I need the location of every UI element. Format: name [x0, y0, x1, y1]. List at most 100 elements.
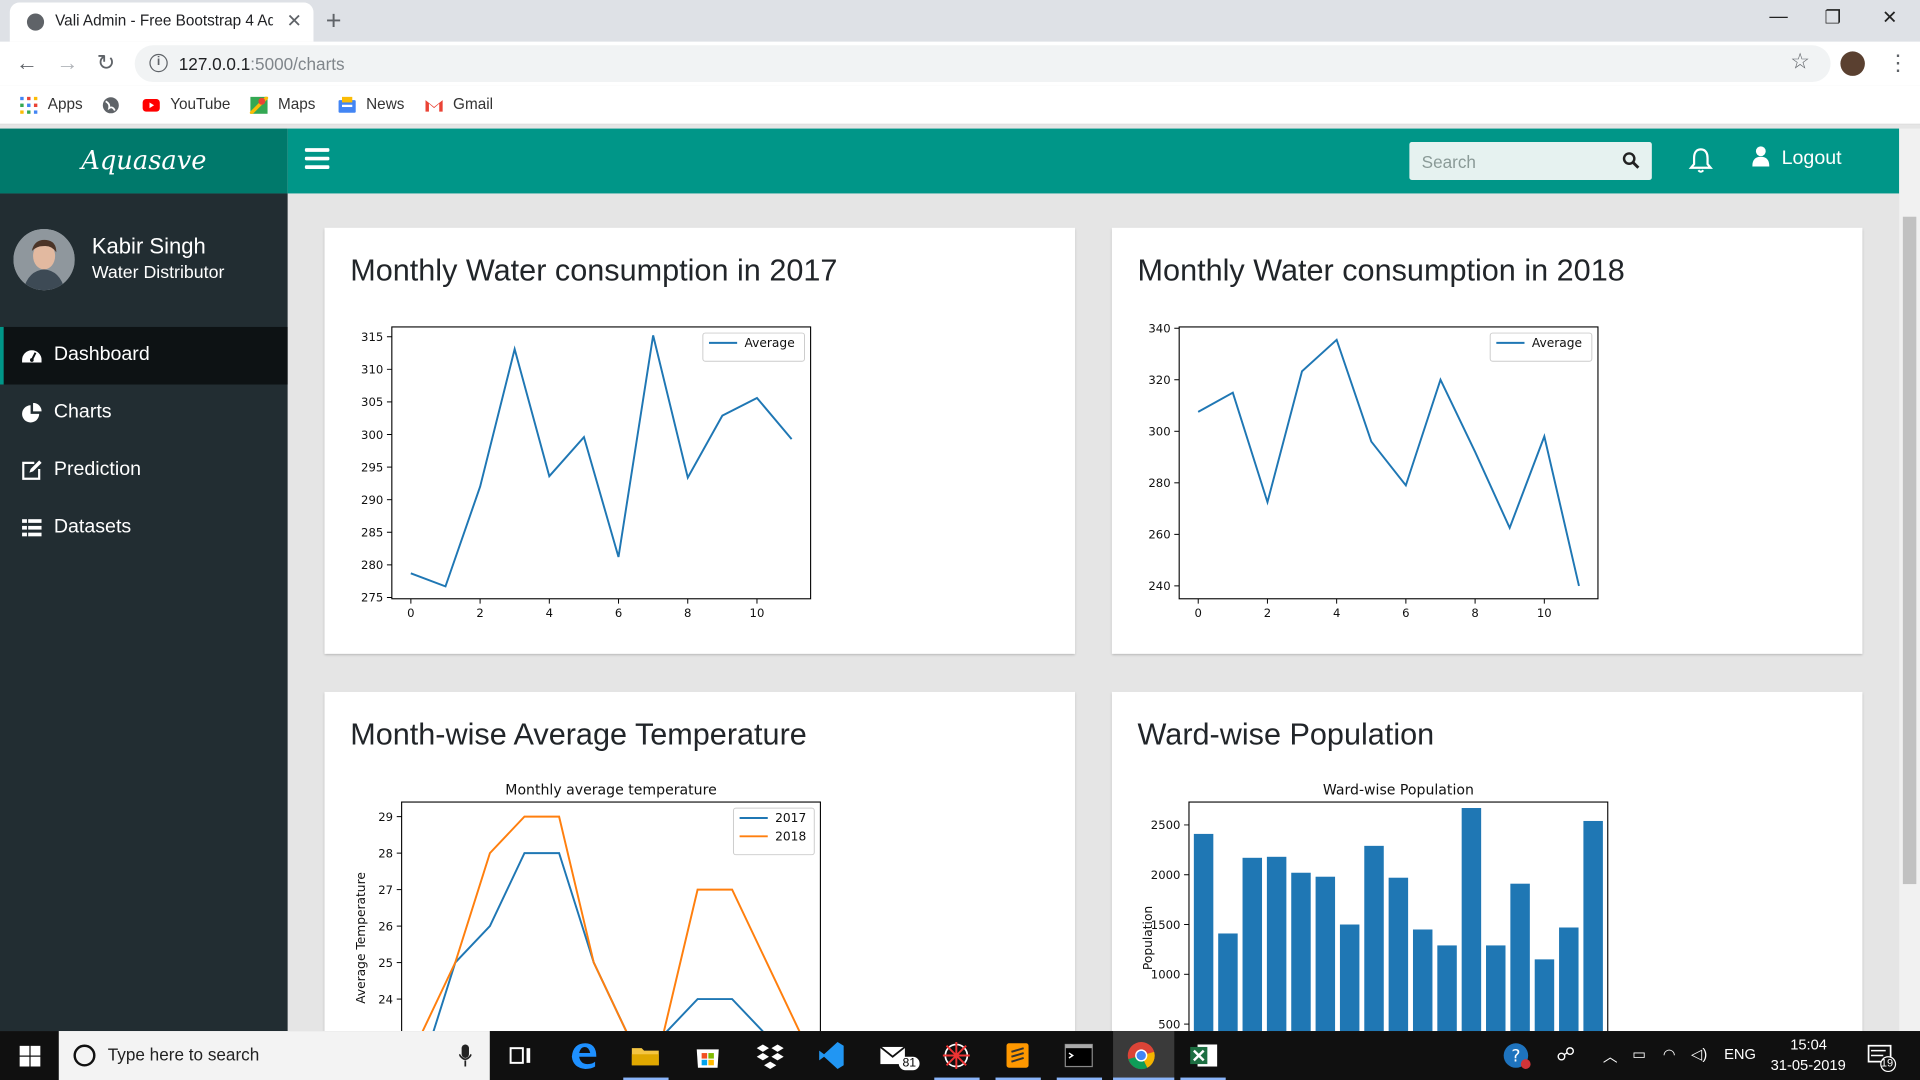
- card-title: Ward-wise Population: [1137, 717, 1435, 752]
- bookmark-label: YouTube: [170, 95, 231, 113]
- y-tick-label: 340: [1148, 322, 1170, 336]
- bookmark-star-icon[interactable]: ☆: [1790, 49, 1810, 75]
- logout-button[interactable]: Logout: [1752, 146, 1842, 170]
- temperature-line-chart: Monthly average temperature Average Tempe…: [354, 783, 821, 1032]
- bookmark-apps[interactable]: Apps: [20, 96, 83, 114]
- edge-icon[interactable]: [567, 1038, 601, 1072]
- bookmark-gmail[interactable]: Gmail: [425, 96, 493, 114]
- dropbox-icon[interactable]: [753, 1038, 787, 1072]
- show-hidden-icons-icon[interactable]: ︿: [1603, 1046, 1618, 1067]
- file-explorer-icon[interactable]: [628, 1038, 662, 1072]
- sidebar-item-dashboard[interactable]: Dashboard: [0, 326, 288, 385]
- volume-icon[interactable]: ◁): [1691, 1046, 1707, 1063]
- battery-icon[interactable]: ▭: [1632, 1046, 1646, 1063]
- close-window-icon[interactable]: ✕: [1882, 6, 1897, 28]
- sidebar-item-label: Prediction: [53, 459, 142, 481]
- bar: [1559, 927, 1579, 1032]
- clock-date[interactable]: 31-05-2019: [1771, 1057, 1846, 1074]
- sublime-text-icon[interactable]: [1000, 1038, 1034, 1072]
- bar: [1242, 857, 1263, 1032]
- bookmark-label: Gmail: [453, 95, 494, 113]
- y-tick-label: 280: [361, 558, 383, 572]
- bar: [1486, 945, 1506, 1032]
- forward-icon[interactable]: →: [56, 50, 78, 76]
- y-tick-label: 26: [378, 919, 393, 933]
- bar: [1364, 845, 1384, 1032]
- gmail-icon: [425, 99, 443, 112]
- hamburger-menu-icon[interactable]: [304, 148, 330, 170]
- task-view-icon[interactable]: [503, 1038, 537, 1072]
- legend-label: Average: [1532, 336, 1582, 350]
- y-tick-label: 315: [361, 330, 383, 344]
- bar: [1510, 883, 1530, 1032]
- sidebar-item-datasets[interactable]: Datasets: [0, 500, 288, 558]
- address-bar[interactable]: i 127.0.0.1:5000/charts ☆: [134, 45, 1831, 83]
- chrome-icon[interactable]: [1124, 1038, 1158, 1072]
- y-axis-label: Population: [1141, 906, 1155, 970]
- url-path: :5000/charts: [250, 53, 345, 74]
- y-tick-label: 320: [1148, 373, 1170, 387]
- clock-time[interactable]: 15:04: [1790, 1036, 1827, 1053]
- windows-start-icon[interactable]: [19, 1045, 41, 1067]
- sidebar-item-prediction[interactable]: Prediction: [0, 442, 288, 500]
- minimize-icon[interactable]: —: [1769, 6, 1787, 27]
- close-tab-icon[interactable]: ✕: [287, 10, 302, 32]
- bookmark-globe[interactable]: [102, 96, 130, 114]
- card-title: Monthly Water consumption in 2017: [350, 253, 838, 288]
- y-tick-label: 28: [378, 846, 393, 860]
- y-tick-label: 280: [1148, 476, 1170, 490]
- site-info-icon[interactable]: i: [149, 53, 168, 73]
- restore-icon[interactable]: ❐: [1824, 6, 1840, 28]
- excel-icon[interactable]: [1187, 1038, 1221, 1072]
- search-icon[interactable]: [1622, 152, 1640, 169]
- taskbar-search-input[interactable]: Type here to search: [108, 1044, 260, 1064]
- scrollbar-thumb[interactable]: [1902, 216, 1917, 885]
- back-icon[interactable]: ←: [16, 50, 38, 76]
- page-scrollbar[interactable]: [1899, 128, 1920, 1032]
- new-tab-icon[interactable]: +: [326, 5, 342, 37]
- search-input[interactable]: [1409, 142, 1618, 181]
- spider-app-icon[interactable]: [939, 1038, 973, 1072]
- language-indicator[interactable]: ENG: [1724, 1046, 1756, 1063]
- bell-icon[interactable]: [1688, 147, 1713, 174]
- x-tick-label: 6: [1402, 606, 1409, 620]
- terminal-icon[interactable]: [1062, 1038, 1096, 1072]
- bar: [1461, 808, 1482, 1032]
- chart-title: Monthly average temperature: [505, 783, 716, 799]
- bookmark-maps[interactable]: Maps: [249, 96, 315, 114]
- list-icon: [22, 519, 42, 537]
- vscode-icon[interactable]: [814, 1038, 848, 1072]
- y-tick-label: 2500: [1151, 818, 1181, 832]
- user-role: Water Distributor: [91, 263, 225, 283]
- y-tick-label: 290: [361, 493, 383, 507]
- y-tick-label: 295: [361, 460, 383, 474]
- app-logo[interactable]: Aquasave: [0, 128, 288, 194]
- bookmark-youtube[interactable]: YouTube: [142, 96, 230, 114]
- edit-icon: [22, 460, 42, 480]
- reload-icon[interactable]: ↻: [97, 50, 115, 76]
- bar: [1412, 929, 1433, 1032]
- avatar-portrait: [13, 228, 75, 291]
- wifi-icon[interactable]: ◠: [1663, 1046, 1676, 1063]
- x-tick-label: 0: [407, 606, 414, 620]
- chart-card-2017: Monthly Water consumption in 2017 275 280…: [324, 227, 1076, 654]
- y-tick-label: 25: [378, 956, 393, 970]
- x-tick-label: 6: [615, 606, 622, 620]
- chart-card-temperature: Month-wise Average Temperature Monthly a…: [324, 691, 1076, 1032]
- microphone-icon[interactable]: [459, 1044, 472, 1067]
- y-tick-label: 2000: [1151, 868, 1181, 882]
- sidebar: Kabir Singh Water Distributor Dashboard …: [0, 193, 288, 1032]
- sidebar-item-charts[interactable]: Charts: [0, 384, 288, 442]
- x-tick-label: 4: [546, 606, 553, 620]
- menu-kebab-icon[interactable]: ⋮: [1887, 50, 1909, 76]
- y-tick-label: 305: [361, 395, 383, 409]
- bookmark-news[interactable]: News: [338, 96, 404, 114]
- profile-avatar[interactable]: [1840, 51, 1865, 76]
- people-icon[interactable]: ☍: [1556, 1043, 1575, 1065]
- x-tick-label: 10: [1537, 606, 1552, 620]
- bar: [1534, 959, 1555, 1032]
- browser-tab[interactable]: Vali Admin - Free Bootstrap 4 Admin ✕: [9, 2, 314, 42]
- store-icon[interactable]: [691, 1038, 725, 1072]
- taskbar-search-box[interactable]: Type here to search: [58, 1031, 490, 1080]
- help-icon[interactable]: ?: [1499, 1038, 1533, 1072]
